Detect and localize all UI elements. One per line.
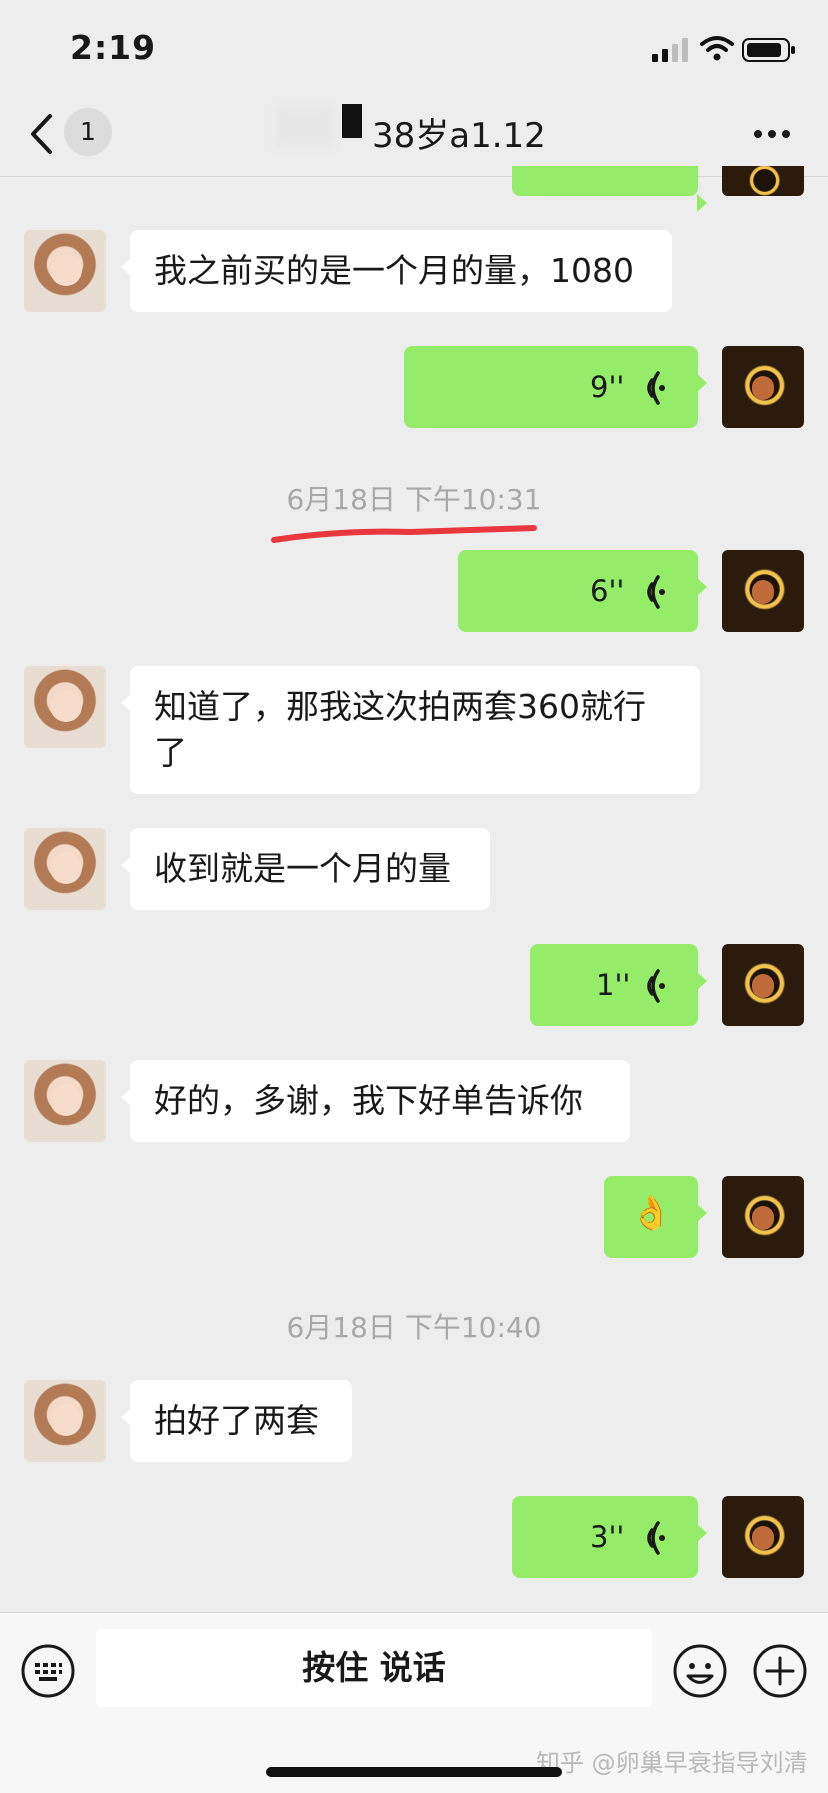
voice-duration: 9'' [590,370,625,404]
message-text: 收到就是一个月的量 [154,849,451,888]
battery-icon [742,38,795,62]
message-text: 知道了，那我这次拍两套360就行了 [154,687,646,772]
chat-title: 38岁a1.12 [372,116,546,156]
status-time: 2:19 [70,28,157,67]
more-options-icon[interactable] [752,130,792,142]
emoji-icon[interactable] [672,1643,728,1699]
outgoing-voice-bubble[interactable]: 3'' [512,1496,707,1578]
incoming-text-bubble[interactable]: 我之前买的是一个月的量，1080 [121,230,672,312]
contact-avatar[interactable] [24,1380,106,1462]
voice-duration: 6'' [590,574,625,608]
incoming-text-bubble[interactable]: 好的，多谢，我下好单告诉你 [121,1060,630,1142]
partial-voice-bubble[interactable] [512,166,707,212]
contact-avatar[interactable] [24,1060,106,1142]
back-chevron-icon[interactable] [28,112,54,156]
message-text: 好的，多谢，我下好单告诉你 [154,1081,583,1120]
voice-wave-icon [647,575,665,609]
red-underline-annotation [271,525,537,543]
message-text: 我之前买的是一个月的量，1080 [154,251,634,290]
status-bar: 2:19 [0,0,828,96]
voice-duration: 3'' [590,1520,625,1554]
message-text: 拍好了两套 [154,1401,319,1440]
voice-duration: 1'' [596,968,631,1002]
chat-header: 1 38岁a1.12 [0,96,828,177]
hold-to-talk-button[interactable]: 按住 说话 [96,1629,652,1707]
contact-avatar[interactable] [24,230,106,312]
outgoing-voice-bubble[interactable]: 1'' [530,944,707,1026]
timestamp: 6月18日 下午10:31 [286,483,542,516]
contact-avatar[interactable] [24,828,106,910]
home-indicator[interactable] [266,1767,562,1777]
voice-wave-icon [647,371,665,405]
unread-count-badge[interactable]: 1 [64,108,112,156]
incoming-text-bubble[interactable]: 知道了，那我这次拍两套360就行了 [121,666,700,794]
outgoing-voice-bubble[interactable]: 9'' [404,346,707,428]
voice-wave-icon [647,1521,665,1555]
input-toolbar: 按住 说话 知乎 @卵巢早衰指导刘清 [0,1612,828,1793]
incoming-text-bubble[interactable]: 收到就是一个月的量 [121,828,490,910]
keyboard-toggle-icon[interactable] [20,1643,76,1699]
redacted-name-block [342,104,362,138]
self-avatar[interactable] [722,1176,804,1258]
self-avatar[interactable] [722,1496,804,1578]
ok-hand-emoji: 👌 [630,1193,672,1232]
self-avatar[interactable] [722,550,804,632]
self-avatar-partial[interactable] [722,166,804,196]
incoming-text-bubble[interactable]: 拍好了两套 [121,1380,352,1462]
redacted-name-blur [276,106,334,146]
outgoing-emoji-bubble[interactable]: 👌 [604,1176,707,1258]
voice-wave-icon [647,969,665,1003]
outgoing-voice-bubble[interactable]: 6'' [458,550,707,632]
contact-avatar[interactable] [24,666,106,748]
wifi-icon [700,36,734,61]
watermark: 知乎 @卵巢早衰指导刘清 [536,1749,808,1777]
signal-icon [652,38,688,62]
timestamp: 6月18日 下午10:40 [286,1311,542,1344]
self-avatar[interactable] [722,346,804,428]
self-avatar[interactable] [722,944,804,1026]
plus-icon[interactable] [752,1643,808,1699]
